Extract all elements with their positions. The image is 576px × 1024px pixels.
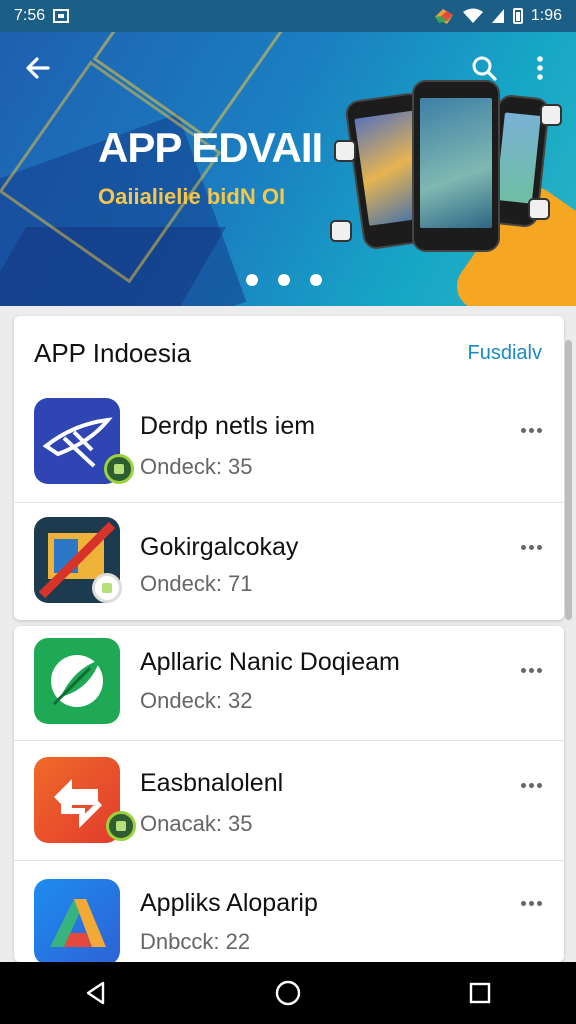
badge-icon <box>92 573 122 603</box>
arrow-left-icon <box>26 57 50 79</box>
notification-icon <box>53 9 70 23</box>
search-icon <box>472 56 497 81</box>
list-item[interactable]: Appliks Aloparip Dnbcck: 22 <box>14 860 564 962</box>
app-meta: Ondeck: 35 <box>140 454 253 479</box>
nav-recents-button[interactable] <box>450 968 510 1018</box>
status-bar: 7:56 1:96 <box>0 0 576 32</box>
phone-illustration <box>412 80 500 252</box>
banner-title: APP EDVAII <box>98 124 323 171</box>
app-name: Apllaric Nanic Doqieam <box>140 648 400 676</box>
app-name: Derdp netls iem <box>140 412 316 440</box>
more-vert-icon <box>537 56 543 80</box>
badge-icon <box>104 454 134 484</box>
status-time: 7:56 <box>14 7 46 24</box>
list-item[interactable]: Gokirgalcokay Ondeck: 71 <box>14 502 564 618</box>
wifi-icon <box>462 8 483 23</box>
floating-app-icon <box>540 104 562 126</box>
item-more-button[interactable] <box>516 893 546 913</box>
back-triangle-icon <box>86 981 105 1005</box>
floating-app-icon <box>330 220 352 242</box>
status-right-text: 1:96 <box>530 7 562 24</box>
app-name: Appliks Aloparip <box>140 889 318 917</box>
system-nav-bar <box>0 962 576 1024</box>
home-circle-icon <box>275 980 301 1006</box>
recents-square-icon <box>469 982 491 1004</box>
section-header: APP Indoesia Fusdialv <box>14 316 564 392</box>
signal-icon <box>491 9 504 23</box>
item-more-button[interactable] <box>516 420 546 440</box>
hero-banner[interactable]: APP EDVAII Oaiialielie bidN OI <box>0 32 576 306</box>
nav-back-button[interactable] <box>66 968 126 1018</box>
leaf-app-icon <box>34 638 120 724</box>
app-name: Gokirgalcokay <box>140 533 299 561</box>
back-button[interactable] <box>20 50 56 86</box>
triangle-app-icon <box>34 879 120 962</box>
carousel-dot[interactable] <box>246 274 258 286</box>
item-more-button[interactable] <box>516 537 546 557</box>
list-item[interactable]: Derdp netls iem Ondeck: 35 <box>14 386 564 502</box>
item-more-button[interactable] <box>516 775 546 795</box>
floating-app-icon <box>334 140 356 162</box>
app-meta: Onacak: 35 <box>140 811 253 836</box>
section-see-all-link[interactable]: Fusdialv <box>468 342 542 365</box>
badge-icon <box>106 811 136 841</box>
app-meta: Ondeck: 32 <box>140 688 253 713</box>
carousel-dot-active[interactable] <box>278 274 290 286</box>
app-name: Easbnalolenl <box>140 769 284 797</box>
list-item[interactable]: Easbnalolenl Onacak: 35 <box>14 740 564 856</box>
app-meta: Dnbcck: 22 <box>140 929 251 954</box>
floating-app-icon <box>528 198 550 220</box>
more-options-button[interactable] <box>522 50 558 86</box>
app-notification-icon <box>434 9 453 24</box>
section-title: APP Indoesia <box>34 338 192 368</box>
app-meta: Ondeck: 71 <box>140 571 253 596</box>
carousel-dot[interactable] <box>310 274 322 286</box>
battery-icon <box>512 8 523 24</box>
banner-subtitle: Oaiialielie bidN OI <box>98 184 286 209</box>
scrollbar[interactable] <box>565 340 572 620</box>
item-more-button[interactable] <box>516 660 546 680</box>
list-item[interactable]: Apllaric Nanic Doqieam Ondeck: 32 <box>14 628 564 744</box>
nav-home-button[interactable] <box>258 968 318 1018</box>
carousel-indicator <box>246 274 322 286</box>
